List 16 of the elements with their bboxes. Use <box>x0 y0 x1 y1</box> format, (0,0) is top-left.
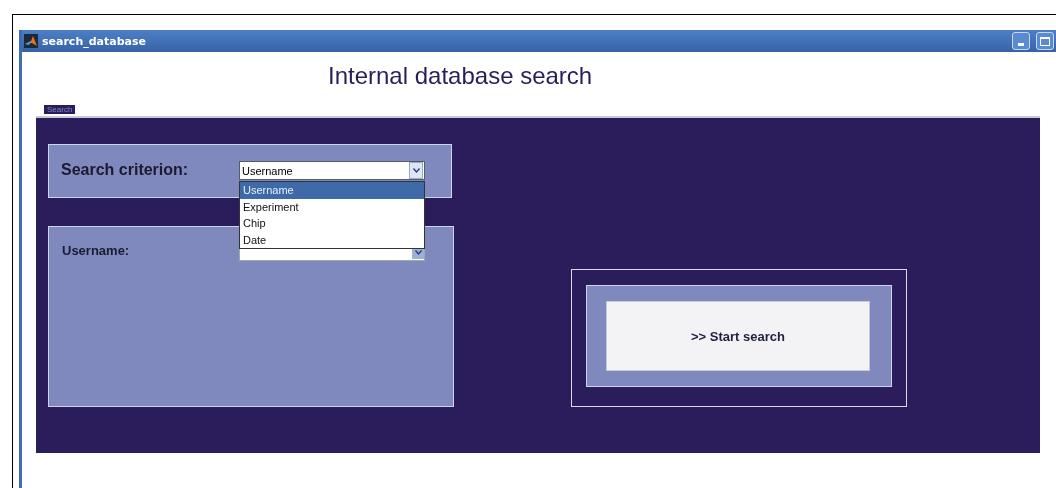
minimize-button[interactable] <box>1012 32 1030 50</box>
filter-label: Username: <box>62 243 131 258</box>
dropdown-option[interactable]: Date <box>240 231 424 249</box>
panel-title: Search <box>44 105 76 114</box>
criterion-dropdown[interactable]: Username <box>239 161 425 180</box>
start-search-button[interactable]: >> Start search <box>606 301 870 371</box>
dropdown-option[interactable]: Chip <box>240 215 424 232</box>
dropdown-option[interactable]: Experiment <box>240 198 424 216</box>
page-heading: Internal database search <box>328 61 594 91</box>
app-icon <box>24 34 38 48</box>
criterion-label: Search criterion: <box>61 161 190 179</box>
dropdown-option[interactable]: Username <box>240 182 424 199</box>
caret-icon <box>412 168 420 173</box>
caret-icon <box>414 249 422 255</box>
window-title: search_database <box>42 34 146 48</box>
maximize-button[interactable] <box>1036 32 1054 50</box>
